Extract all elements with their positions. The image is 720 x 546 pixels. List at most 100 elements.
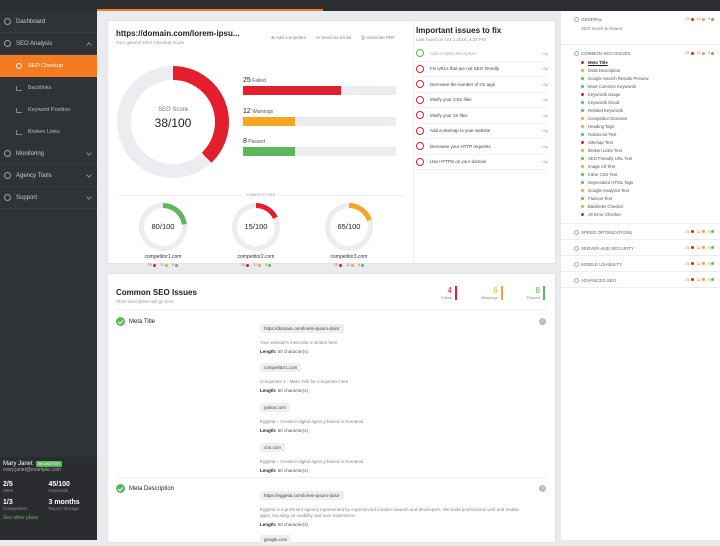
- user-box: Mary Janet SEOMASTER mary.janet@example.c…: [0, 457, 97, 540]
- competitor-3[interactable]: 65/100 competitor3.com 25 12 8: [319, 203, 379, 267]
- section-link-label: SEO Friendly URL Test: [588, 156, 633, 162]
- section-link[interactable]: Related Keywords: [561, 106, 720, 114]
- status-dot-icon: [581, 173, 584, 177]
- nav-agency-tools[interactable]: Agency Tools: [0, 165, 97, 187]
- section-advanced-title: ADVANCED SEO: [581, 277, 617, 283]
- section-mobile[interactable]: MOBILE USABILITY 25 12 5: [561, 256, 720, 272]
- entry-desc: Eggetia – Creative digital agency based …: [260, 459, 364, 464]
- count-failed: 25: [685, 245, 690, 250]
- keyword-position-icon: [16, 107, 22, 113]
- count-passed: 5: [707, 261, 710, 266]
- section-link[interactable]: Most Common Keywords: [561, 82, 720, 90]
- section-link[interactable]: Broken Links Test: [561, 147, 720, 155]
- entry-url: competitor1.com: [260, 363, 302, 372]
- issue-item[interactable]: Add a sitemap to your website +3p: [416, 124, 548, 139]
- see-plans-link[interactable]: See other plans: [3, 515, 94, 521]
- section-link[interactable]: Heading Tags: [561, 122, 720, 130]
- keywords-label: Keywords: [48, 488, 69, 493]
- support-icon: [4, 194, 11, 201]
- issue-item[interactable]: Decrease your HTTP requests +4p: [416, 139, 548, 155]
- passed-total: 8 Passed: [527, 286, 545, 300]
- section-link[interactable]: Inline CSS Test: [561, 171, 720, 179]
- section-counts: 25 12 5: [682, 262, 714, 266]
- length-value: 50 character(s): [277, 522, 309, 527]
- competitor-2[interactable]: 15/100 competitor2.com 25 12 8: [226, 203, 286, 267]
- circle-icon: [574, 229, 579, 235]
- section-link[interactable]: Keywords Usage: [561, 90, 720, 98]
- agency-tools-icon: [4, 172, 11, 179]
- check-icon: [116, 484, 125, 493]
- nav-seo-analysis[interactable]: SEO Analysis: [0, 33, 97, 55]
- section-common[interactable]: COMMON SEO ISSUES 25 12 5 Meta Title Meta De…: [561, 45, 720, 224]
- section-link[interactable]: Meta Title: [561, 58, 720, 66]
- section-link[interactable]: Favicon Test: [561, 195, 720, 203]
- issue-item[interactable]: Add a meta description +3p: [416, 46, 548, 62]
- circle-icon: [574, 277, 579, 283]
- section-link[interactable]: Competitor Domains: [561, 114, 720, 122]
- competitor-1-name: competitor1.com: [144, 254, 182, 260]
- section-link[interactable]: Sitemap Test: [561, 138, 720, 146]
- common-issues-title: Common SEO Issues: [116, 288, 197, 297]
- meta-title-row: Meta Title i https://domain.com/lorem-ip…: [116, 309, 548, 474]
- info-icon[interactable]: i: [539, 318, 546, 325]
- section-link[interactable]: Image Alt Test: [561, 163, 720, 171]
- generate-pdf-button[interactable]: ⎙ Generate PDF: [361, 35, 395, 41]
- count-warnings: 12: [696, 245, 701, 250]
- count-failed: 25: [685, 229, 690, 234]
- length-value: 50 character(s): [277, 388, 309, 393]
- section-link[interactable]: Robots.txt Test: [561, 130, 720, 138]
- info-icon[interactable]: i: [539, 485, 546, 492]
- backlinks-icon: [16, 85, 22, 91]
- nav-dashboard[interactable]: Dashboard: [0, 11, 97, 33]
- section-link[interactable]: Google Analytics Test: [561, 187, 720, 195]
- nav-monitoring[interactable]: Monitoring: [0, 143, 97, 165]
- section-server[interactable]: SERVER AND SECURITY 25 12 5: [561, 240, 720, 256]
- length-label: Length:: [260, 349, 277, 354]
- count-passed: 5: [707, 51, 710, 55]
- section-link[interactable]: Backlinks Checker: [561, 203, 720, 211]
- section-link-label: Image Alt Test: [588, 164, 615, 170]
- passed-bar: [243, 147, 296, 156]
- competitor-3-name: competitor3.com: [330, 254, 368, 260]
- nav-keyword-position[interactable]: Keyword Position: [0, 99, 97, 121]
- section-link[interactable]: Meta Description: [561, 66, 720, 74]
- competitor-1-warnings: 12: [159, 263, 165, 267]
- section-link[interactable]: Keywords Cloud: [561, 98, 720, 106]
- section-advanced[interactable]: ADVANCED SEO 25 12 5: [561, 272, 720, 288]
- nav-seo-checkup[interactable]: SEO Checkup: [0, 55, 97, 77]
- count-failed: 25: [685, 51, 690, 55]
- section-link[interactable]: Deprecated HTML Tags: [561, 179, 720, 187]
- issue-circle-icon: [416, 64, 424, 73]
- entry-desc: Your website's meta title is written her…: [260, 340, 338, 345]
- issue-item[interactable]: Use HTTPS on your domain +4p: [416, 155, 548, 170]
- count-warnings: 12: [696, 229, 701, 234]
- section-speed[interactable]: SPEED OPTIMIZATIONS 25 12 5: [561, 224, 720, 240]
- competitor-1[interactable]: 80/100 competitor1.com 25 12 8: [133, 203, 193, 267]
- issue-item[interactable]: Decrease the number of H1 tags +3p: [416, 77, 548, 93]
- nav-support[interactable]: Support: [0, 187, 97, 209]
- section-link[interactable]: JS Error Checker: [561, 211, 720, 219]
- circle-icon: [574, 245, 579, 251]
- issue-points: +3p: [541, 66, 548, 72]
- score-card: https://domain.com/lorem-ipsu... Your ge…: [107, 20, 556, 267]
- nav-backlinks[interactable]: Backlinks: [0, 77, 97, 99]
- add-competitor-button[interactable]: ⊕ Add competitor: [271, 35, 306, 41]
- issue-item[interactable]: Fix URLs that are not SEO friendly +3p: [416, 62, 548, 77]
- issue-item[interactable]: Minify your CSS files +3p: [416, 93, 548, 108]
- status-dot-icon: [581, 132, 584, 136]
- meta-description-row: Meta Description i https://eggetia.com/l…: [116, 477, 548, 544]
- issue-item[interactable]: Minify your JS files +3p: [416, 108, 548, 124]
- nav-broken-links[interactable]: Broken Links: [0, 121, 97, 143]
- section-general-sub[interactable]: SEO Score & Issues: [581, 26, 720, 31]
- section-link-label: Backlinks Checker: [588, 204, 624, 210]
- entry-desc: Competitor 1 - Meta Title for competitor…: [260, 379, 349, 384]
- competitors-label: Competitors: [3, 506, 28, 511]
- issue-circle-icon: [416, 80, 424, 89]
- section-link[interactable]: SEO Friendly URL Test: [561, 155, 720, 163]
- section-counts: 25 12 5: [682, 51, 714, 55]
- send-email-button[interactable]: ✉ Send via Email: [316, 35, 351, 41]
- section-general[interactable]: GENERAL 25 12 5 SEO Score & Issues: [561, 11, 720, 45]
- competitor-1-score: 80/100: [144, 208, 182, 246]
- count-passed: 5: [707, 17, 710, 21]
- section-link[interactable]: Google Search Results Preview: [561, 74, 720, 82]
